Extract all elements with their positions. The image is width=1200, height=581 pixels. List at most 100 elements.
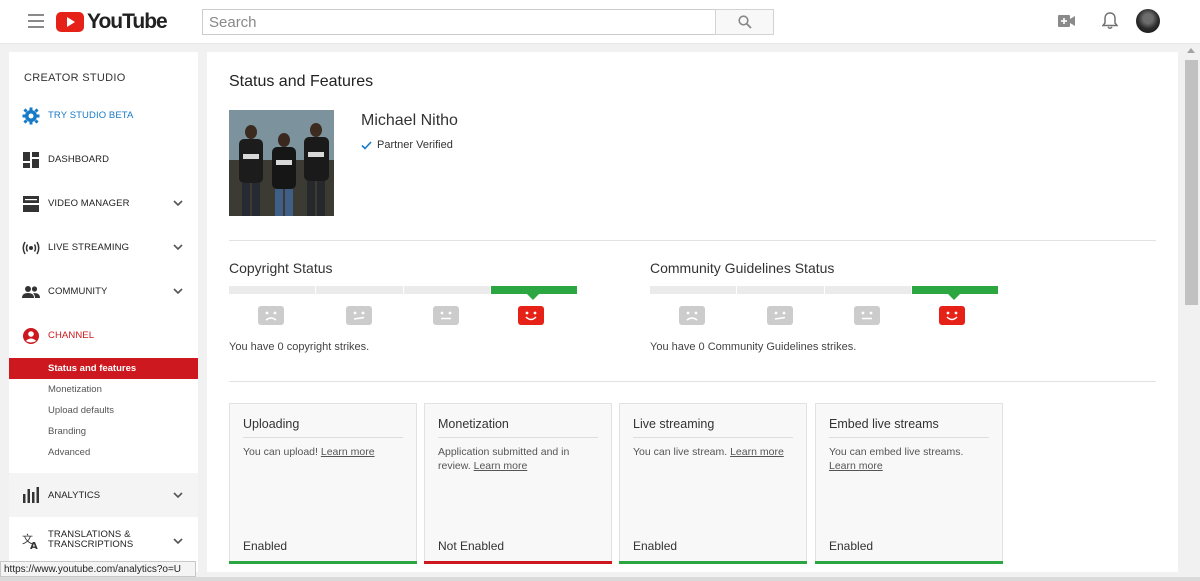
- search-icon: [738, 15, 752, 29]
- learn-more-link[interactable]: Learn more: [730, 446, 784, 458]
- neutral-face-icon: [854, 306, 880, 325]
- bell-icon[interactable]: [1102, 12, 1118, 30]
- chevron-down-icon[interactable]: [173, 287, 183, 295]
- sidebar-subitem-advanced[interactable]: Advanced: [9, 442, 198, 463]
- sidebar-subitem-status-and-features[interactable]: Status and features: [9, 358, 198, 379]
- chevron-down-icon[interactable]: [173, 243, 183, 251]
- sidebar-item-community[interactable]: COMMUNITY: [9, 277, 198, 307]
- menu-icon[interactable]: [28, 14, 44, 28]
- search-button[interactable]: [715, 9, 774, 35]
- sidebar-item-try-studio-beta[interactable]: TRY STUDIO BETA: [9, 101, 198, 131]
- learn-more-link[interactable]: Learn more: [321, 446, 375, 458]
- card-divider: [633, 437, 793, 438]
- page-title: Status and Features: [229, 73, 374, 90]
- community-guidelines-title: Community Guidelines Status: [650, 260, 835, 276]
- avatar[interactable]: [1136, 9, 1160, 33]
- creator-studio-sidebar: CREATOR STUDIO TRY STUDIO BETA DASHBOARD…: [9, 52, 198, 572]
- dashboard-icon: [23, 152, 39, 168]
- scroll-up-arrow-icon[interactable]: [1187, 48, 1195, 53]
- meh-face-icon: [767, 306, 793, 325]
- meter-segment: [824, 286, 911, 294]
- frown-face-icon: [258, 306, 284, 325]
- channel-photo: [229, 110, 334, 216]
- feature-card-monetization: Monetization Application submitted and i…: [424, 403, 612, 564]
- card-title: Embed live streams: [829, 417, 939, 431]
- card-description: Application submitted and in review. Lea…: [438, 446, 570, 472]
- sidebar-item-analytics[interactable]: ANALYTICS: [9, 473, 198, 517]
- feature-card-live-streaming: Live streaming You can live stream. Lear…: [619, 403, 807, 564]
- card-status: Enabled: [829, 539, 874, 553]
- community-guidelines-status: Community Guidelines Status You have 0 C…: [650, 260, 1000, 353]
- chevron-down-icon[interactable]: [173, 199, 183, 207]
- status-bar-enabled: [815, 561, 1003, 564]
- youtube-logo[interactable]: YouTube: [56, 10, 168, 34]
- scroll-thumb[interactable]: [1185, 60, 1198, 305]
- sidebar-item-live-streaming[interactable]: LIVE STREAMING: [9, 233, 198, 263]
- card-status: Enabled: [243, 539, 288, 553]
- sidebar-title: CREATOR STUDIO: [24, 72, 126, 84]
- card-title: Live streaming: [633, 417, 715, 431]
- card-divider: [243, 437, 403, 438]
- smile-face-icon: [939, 306, 965, 325]
- meter-segment: [316, 286, 403, 294]
- card-title: Monetization: [438, 417, 509, 431]
- analytics-icon: [23, 487, 39, 503]
- upload-video-icon[interactable]: [1058, 15, 1075, 27]
- sidebar-item-video-manager[interactable]: VIDEO MANAGER: [9, 189, 198, 219]
- check-icon: [361, 140, 372, 150]
- community-strike-meter: [650, 286, 998, 300]
- feature-card-uploading: Uploading You can upload! Learn more Ena…: [229, 403, 417, 564]
- svg-text:A: A: [30, 541, 38, 550]
- card-description: You can live stream. Learn more: [633, 446, 784, 458]
- neutral-face-icon: [433, 306, 459, 325]
- channel-icon: [23, 328, 39, 344]
- channel-thumbnail[interactable]: [229, 110, 334, 216]
- card-divider: [829, 437, 989, 438]
- copyright-status-title: Copyright Status: [229, 260, 333, 276]
- divider: [229, 240, 1156, 241]
- sidebar-subitem-branding[interactable]: Branding: [9, 421, 198, 442]
- gear-icon: [22, 107, 40, 125]
- status-and-features-panel: Status and Features Michael Nitho Partne…: [207, 52, 1178, 572]
- strike-faces: [229, 306, 577, 328]
- chevron-down-icon[interactable]: [173, 491, 183, 499]
- community-icon: [22, 286, 40, 298]
- card-description: You can upload! Learn more: [243, 446, 375, 458]
- browser-status-url: https://www.youtube.com/analytics?o=U: [0, 561, 196, 577]
- translate-icon: 文A: [22, 532, 38, 550]
- frown-face-icon: [679, 306, 705, 325]
- youtube-play-icon: [56, 12, 84, 32]
- card-status: Enabled: [633, 539, 678, 553]
- status-bar-not-enabled: [424, 561, 612, 564]
- masthead: YouTube: [0, 0, 1200, 44]
- meter-segment: [403, 286, 490, 294]
- status-bar-enabled: [619, 561, 807, 564]
- copyright-status: Copyright Status You have 0 copyright st…: [229, 260, 579, 353]
- live-streaming-icon: [22, 241, 40, 255]
- sidebar-subitem-monetization[interactable]: Monetization: [9, 379, 198, 400]
- window-bottom-edge: [0, 577, 1200, 581]
- page-scrollbar[interactable]: [1183, 44, 1200, 581]
- learn-more-link[interactable]: Learn more: [474, 460, 528, 472]
- video-manager-icon: [23, 196, 39, 212]
- card-title: Uploading: [243, 417, 300, 431]
- copyright-strike-meter: [229, 286, 577, 300]
- chevron-down-icon[interactable]: [173, 537, 183, 545]
- community-strikes-text: You have 0 Community Guidelines strikes.: [650, 341, 857, 353]
- sidebar-item-channel[interactable]: CHANNEL: [9, 321, 198, 351]
- search-input[interactable]: [202, 9, 716, 35]
- sidebar-item-translations[interactable]: 文A TRANSLATIONS & TRANSCRIPTIONS: [9, 524, 198, 558]
- learn-more-link[interactable]: Learn more: [829, 460, 883, 472]
- status-bar-enabled: [229, 561, 417, 564]
- meter-segment: [229, 286, 316, 294]
- sidebar-subitem-upload-defaults[interactable]: Upload defaults: [9, 400, 198, 421]
- meter-segment-active: [490, 286, 577, 300]
- sidebar-item-dashboard[interactable]: DASHBOARD: [9, 145, 198, 175]
- divider: [229, 381, 1156, 382]
- meter-segment: [650, 286, 737, 294]
- feature-card-embed-live-streams: Embed live streams You can embed live st…: [815, 403, 1003, 564]
- card-description: You can embed live streams. Learn more: [829, 446, 964, 472]
- meter-segment: [737, 286, 824, 294]
- smile-face-icon: [518, 306, 544, 325]
- channel-name: Michael Nitho: [361, 112, 458, 129]
